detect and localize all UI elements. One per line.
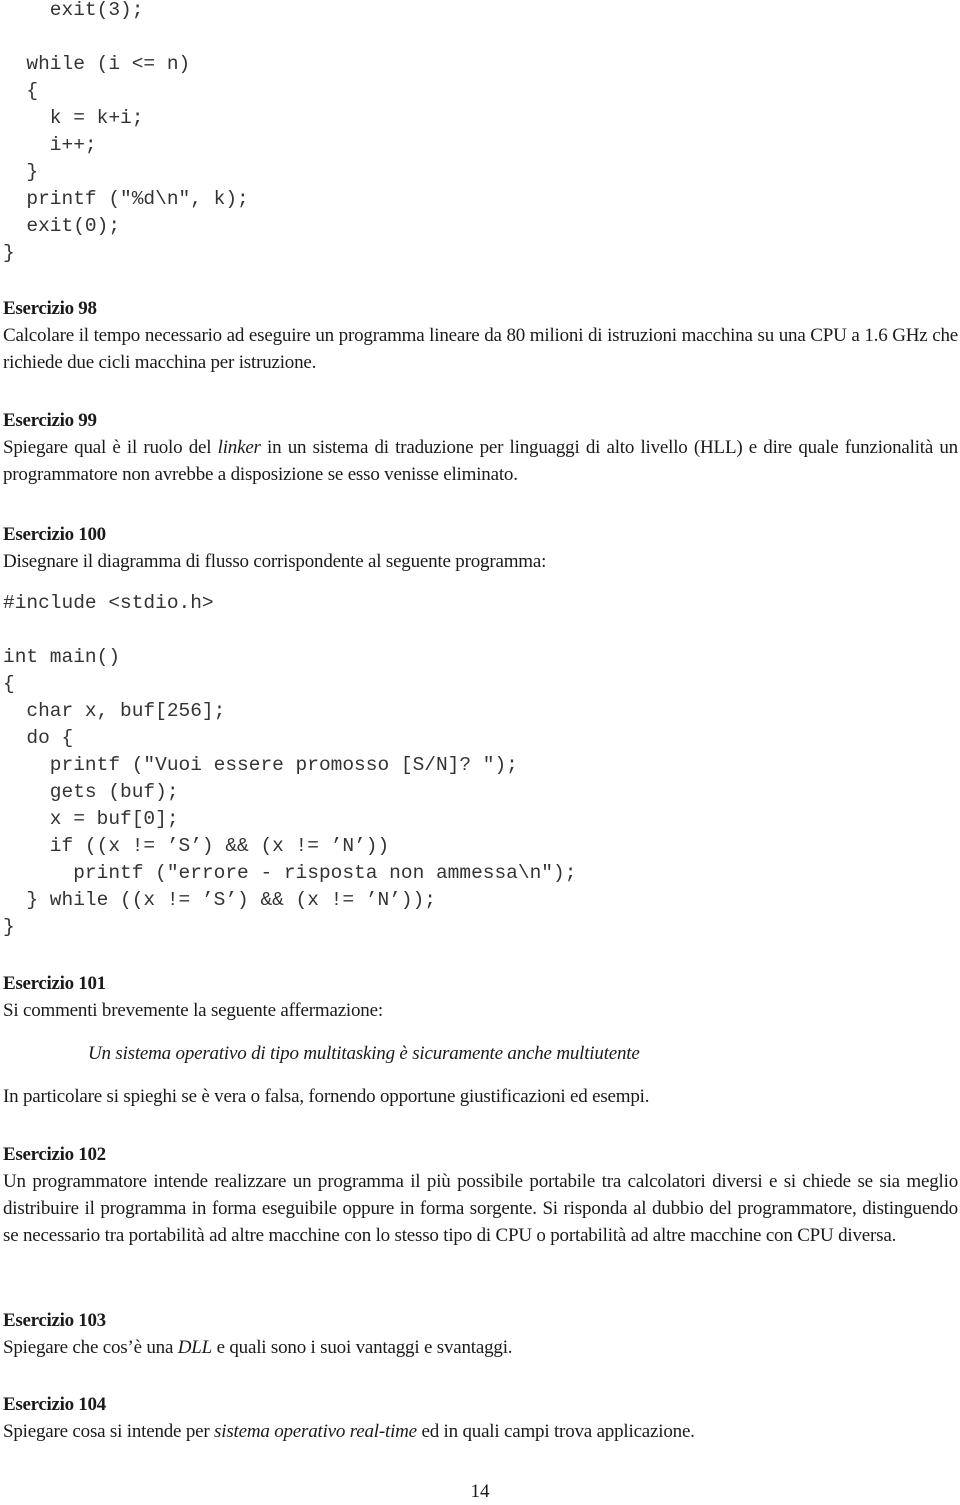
exercise-101-text: Si commenti brevemente la seguente affer… bbox=[3, 1000, 383, 1021]
code-line: do { bbox=[3, 727, 74, 749]
code-line: } bbox=[3, 916, 15, 938]
code-line: } bbox=[3, 242, 15, 264]
exercise-103-title: Esercizio 103 bbox=[3, 1310, 106, 1331]
exercise-104-text: Spiegare cosa si intende per sistema ope… bbox=[3, 1418, 958, 1445]
code-line: k = k+i; bbox=[3, 107, 144, 129]
code-line: if ((x != ’S’) && (x != ’N’)) bbox=[3, 835, 390, 857]
exercise-98-title: Esercizio 98 bbox=[3, 298, 97, 319]
code-line: printf ("%d\n", k); bbox=[3, 188, 249, 210]
code-line: exit(3); bbox=[3, 0, 144, 21]
exercise-104-term-rtos: sistema operativo real-time bbox=[214, 1421, 417, 1442]
code-block-exercise-100: #include <stdio.h> int main() { char x, … bbox=[3, 590, 576, 941]
exercise-104-text-after: ed in quali campi trova applicazione. bbox=[416, 1421, 695, 1442]
code-line: printf ("errore - risposta non ammessa\n… bbox=[3, 862, 577, 884]
exercise-103-text-after: e quali sono i suoi vantaggi e svantaggi… bbox=[212, 1337, 513, 1358]
exercise-103-term-dll: DLL bbox=[177, 1337, 213, 1358]
exercise-100-title: Esercizio 100 bbox=[3, 524, 106, 545]
exercise-99-text-before: Spiegare qual è il ruolo del bbox=[3, 437, 218, 458]
code-line: printf ("Vuoi essere promosso [S/N]? "); bbox=[3, 754, 518, 776]
code-block-top: exit(3); while (i <= n) { k = k+i; i++; … bbox=[3, 0, 249, 267]
code-line: { bbox=[3, 673, 15, 695]
exercise-98-text: Calcolare il tempo necessario ad eseguir… bbox=[3, 325, 958, 373]
exercise-101-text2: In particolare si spieghi se è vera o fa… bbox=[3, 1086, 650, 1107]
code-line: char x, buf[256]; bbox=[3, 700, 226, 722]
exercise-104-text-before: Spiegare cosa si intende per bbox=[3, 1421, 215, 1442]
exercise-103-text: Spiegare che cos’è una DLL e quali sono … bbox=[3, 1334, 958, 1361]
code-line: } bbox=[3, 161, 39, 183]
code-line: exit(0); bbox=[3, 215, 121, 237]
exercise-100-text: Disegnare il diagramma di flusso corrisp… bbox=[3, 551, 547, 572]
code-line: { bbox=[3, 80, 39, 102]
exercise-99-term-linker: linker bbox=[217, 437, 261, 458]
code-line: } while ((x != ’S’) && (x != ’N’)); bbox=[3, 889, 436, 911]
exercise-102-text: Un programmatore intende realizzare un p… bbox=[3, 1171, 958, 1246]
code-line: x = buf[0]; bbox=[3, 808, 179, 830]
code-line: gets (buf); bbox=[3, 781, 179, 803]
exercise-103-text-before: Spiegare che cos’è una bbox=[3, 1337, 178, 1358]
exercise-99-text: Spiegare qual è il ruolo del linker in u… bbox=[3, 434, 958, 488]
exercise-102-title: Esercizio 102 bbox=[3, 1144, 106, 1165]
code-line: i++; bbox=[3, 134, 97, 156]
exercise-101-quote: Un sistema operativo di tipo multitaskin… bbox=[88, 1043, 640, 1064]
code-line: #include <stdio.h> bbox=[3, 592, 214, 614]
exercise-99-title: Esercizio 99 bbox=[3, 410, 97, 431]
exercise-101-title: Esercizio 101 bbox=[3, 973, 106, 994]
code-line: int main() bbox=[3, 646, 121, 668]
code-line: while (i <= n) bbox=[3, 53, 191, 75]
exercise-104-title: Esercizio 104 bbox=[3, 1394, 106, 1415]
